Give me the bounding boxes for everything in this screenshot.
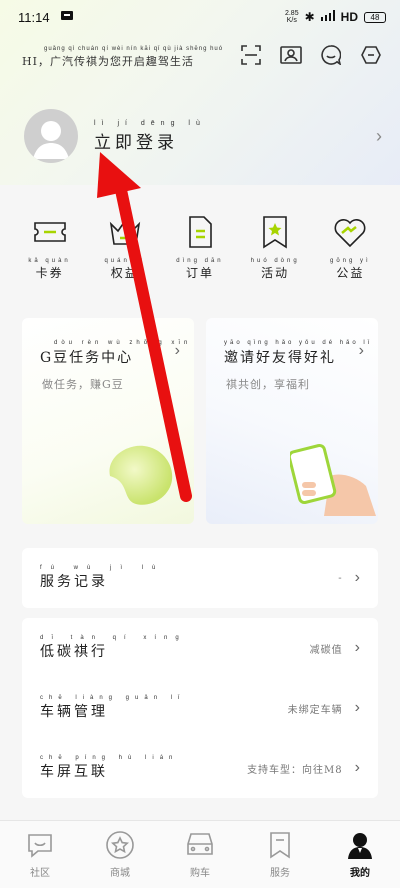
- chevron-right-icon: ›: [358, 342, 364, 359]
- task-card-subtitle: 做任务，赚G豆: [42, 378, 124, 391]
- quick-label: 卡券: [35, 266, 64, 280]
- quick-actions: kǎ quàn 卡券 quán yì 权益 dìng dān 订单 huó dò…: [0, 214, 400, 281]
- network-type: HD: [340, 10, 358, 24]
- community-chat-icon: [25, 830, 55, 860]
- quick-item-activities[interactable]: huó dòng 活动: [245, 214, 305, 281]
- quick-label: 公益: [336, 266, 365, 280]
- handshake-heart-icon: [332, 214, 368, 250]
- order-icon: [182, 214, 218, 250]
- scan-icon[interactable]: [240, 44, 262, 66]
- chevron-right-icon: ›: [174, 342, 180, 359]
- chevron-right-icon: ›: [354, 569, 360, 586]
- quick-label: 订单: [185, 266, 214, 280]
- header-actions: [240, 44, 382, 66]
- settings-card: dī tàn qí xíng 低碳祺行 减碳值 › chē liàng guǎn…: [22, 618, 378, 798]
- car-icon: [185, 830, 215, 860]
- quick-item-orders[interactable]: dìng dān 订单: [170, 214, 230, 281]
- nav-buy-car[interactable]: 购车: [170, 830, 230, 879]
- row-value: 减碳值: [309, 644, 343, 656]
- row-label: chē píng hù lián 车屏互联: [40, 755, 179, 780]
- ticket-icon: [32, 214, 68, 250]
- quick-item-charity[interactable]: gōng yì 公益: [320, 214, 380, 281]
- profile-person-icon: [345, 830, 375, 860]
- nav-mall[interactable]: 商城: [90, 830, 150, 879]
- bluetooth-icon: ✱: [304, 10, 315, 24]
- id-card-icon[interactable]: [280, 44, 302, 66]
- low-carbon-row[interactable]: dī tàn qí xíng 低碳祺行 减碳值 ›: [22, 618, 378, 678]
- service-record-row[interactable]: fú wù jì lù 服务记录 - ›: [22, 548, 378, 608]
- chevron-right-icon: ›: [376, 125, 382, 146]
- service-bookmark-icon: [265, 830, 295, 860]
- quick-item-benefits[interactable]: quán yì 权益: [95, 214, 155, 281]
- task-card-title: dòu rèn wù zhōng xīn G豆任务中心: [40, 340, 192, 366]
- chevron-right-icon: ›: [354, 699, 360, 716]
- phone-hand-illustration: [290, 443, 376, 516]
- notification-icon: [60, 10, 74, 25]
- signal-icon: [320, 10, 335, 24]
- nav-label: 社区: [30, 868, 50, 879]
- nav-label: 服务: [270, 868, 290, 879]
- status-bar: 11:14 2.85 K/s ✱ HD 48: [0, 0, 400, 34]
- vehicle-management-row[interactable]: chē liàng guǎn lǐ 车辆管理 未绑定车辆 ›: [22, 678, 378, 738]
- screen-link-row[interactable]: chē píng hù lián 车屏互联 支持车型：向往M8 ›: [22, 738, 378, 798]
- bottom-nav: 社区 商城 购车 服务 我的: [0, 820, 400, 888]
- net-speed: 2.85 K/s: [284, 10, 299, 24]
- avatar[interactable]: [24, 109, 78, 163]
- row-value: -: [338, 572, 343, 584]
- crown-icon: [107, 214, 143, 250]
- invite-card-title: yāo qǐng hǎo yǒu dé hǎo lǐ 邀请好友得好礼: [224, 340, 373, 366]
- row-label: dī tàn qí xíng 低碳祺行: [40, 635, 187, 660]
- bean-illustration: [109, 445, 173, 505]
- row-label: fú wù jì lù 服务记录: [40, 565, 165, 590]
- nav-profile[interactable]: 我的: [330, 830, 390, 879]
- nav-community[interactable]: 社区: [10, 830, 70, 879]
- quick-label: 活动: [261, 266, 290, 280]
- task-center-card[interactable]: dòu rèn wù zhōng xīn G豆任务中心 › 做任务，赚G豆: [22, 318, 194, 524]
- status-time: 11:14: [18, 9, 50, 25]
- nav-label: 购车: [190, 868, 210, 879]
- invite-card-subtitle: 祺共创，享福利: [226, 378, 310, 391]
- nav-service[interactable]: 服务: [250, 830, 310, 879]
- service-record-card: fú wù jì lù 服务记录 - ›: [22, 548, 378, 608]
- nav-label: 我的: [350, 868, 370, 879]
- mall-star-icon: [105, 830, 135, 860]
- quick-item-coupons[interactable]: kǎ quàn 卡券: [20, 214, 80, 281]
- invite-card[interactable]: yāo qǐng hǎo yǒu dé hǎo lǐ 邀请好友得好礼 › 祺共创…: [206, 318, 378, 524]
- settings-hex-icon[interactable]: [360, 44, 382, 66]
- battery-icon: 48: [364, 11, 386, 23]
- nav-label: 商城: [110, 868, 130, 879]
- row-value: 未绑定车辆: [287, 704, 343, 716]
- chevron-right-icon: ›: [354, 759, 360, 776]
- star-bookmark-icon: [257, 214, 293, 250]
- row-value: 支持车型：向往M8: [247, 764, 343, 776]
- login-label[interactable]: lì jí dēng lù 立即登录: [94, 120, 376, 153]
- login-row[interactable]: lì jí dēng lù 立即登录 ›: [24, 108, 382, 164]
- row-label: chē liàng guǎn lǐ 车辆管理: [40, 695, 186, 720]
- greeting: guǎng qì chuán qí wèi nín kāi qǐ qù jià …: [22, 46, 224, 68]
- chevron-right-icon: ›: [354, 639, 360, 656]
- quick-label: 权益: [110, 266, 139, 280]
- message-icon[interactable]: [320, 44, 342, 66]
